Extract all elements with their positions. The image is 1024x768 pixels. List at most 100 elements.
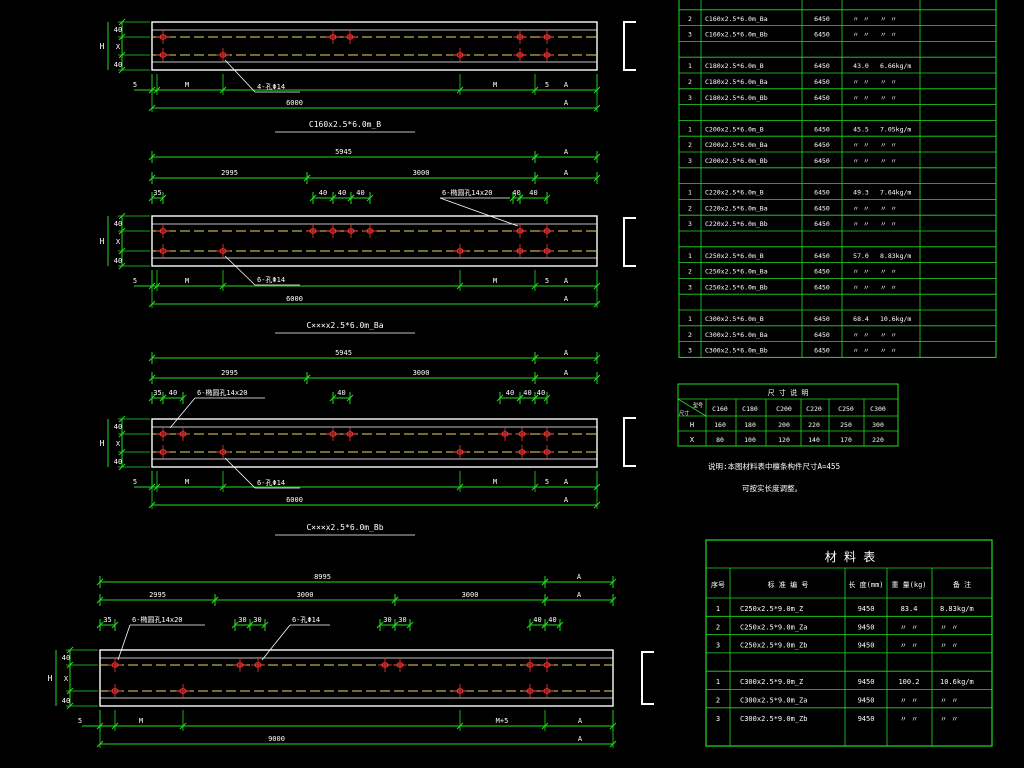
overall-dim-text: 6000	[286, 99, 303, 107]
callout-text: 6-椭圆孔14x20	[132, 615, 183, 624]
bottom-dim-text: M	[493, 81, 497, 89]
small-dim-text: 40	[338, 189, 346, 197]
table-cell: 〃 〃	[853, 15, 870, 23]
small-dim-text: 40	[533, 616, 541, 624]
small-dim-text: 40	[169, 389, 177, 397]
table-cell: 〃 〃	[853, 220, 870, 228]
overall-dim-text: 6000	[286, 295, 303, 303]
table-cell: C220x2.5*6.0m_Ba	[705, 204, 768, 212]
dim-header: C200	[776, 405, 792, 413]
vert-dim-text: 40	[114, 257, 122, 265]
table-cell: C200x2.5*6.0m_B	[705, 125, 764, 133]
table-title: 材 料 表	[825, 550, 875, 564]
table-cell: 〃 〃	[880, 157, 897, 165]
height-label: H	[48, 674, 53, 683]
dim-value: 220	[808, 421, 820, 429]
table-cell: 6450	[814, 31, 830, 39]
table-header: 重 量(kg)	[891, 581, 926, 589]
table-cell: 〃 〃	[880, 31, 897, 39]
small-dim-text: 30	[253, 616, 261, 624]
bottom-dim-text: 5	[545, 81, 549, 89]
table-cell: 8.83kg/m	[940, 605, 974, 613]
table-cell: 〃 〃	[900, 697, 918, 705]
corner-text: 尺寸	[679, 410, 689, 417]
table-cell: C300x2.5*9.0m_Za	[740, 697, 807, 705]
table-cell: C300x2.5*6.0m_Ba	[705, 331, 768, 339]
bottom-dim-text: M	[185, 81, 189, 89]
segment-dim-text: 2995	[221, 169, 238, 177]
dim-value: 80	[716, 436, 724, 444]
table-cell: 6450	[814, 268, 830, 276]
table-cell: 〃 〃	[853, 331, 870, 339]
bottom-dim-text: M	[185, 478, 189, 486]
table-cell: 〃 〃	[853, 141, 870, 149]
beam-caption: C×××x2.5*6.0m_Ba	[306, 321, 383, 330]
table-cell: 6450	[814, 283, 830, 291]
table-cell: 6450	[814, 189, 830, 197]
table-cell: 〃 〃	[880, 268, 897, 276]
dim-value: 300	[872, 421, 884, 429]
small-dim-text: 40	[356, 189, 364, 197]
table-cell: 〃 〃	[853, 347, 870, 355]
bottom-dim-text: 5	[133, 478, 137, 486]
small-dim-text: 40	[512, 189, 520, 197]
table-cell: 〃 〃	[853, 204, 870, 212]
table-cell: 1	[688, 189, 692, 197]
table-cell: 6450	[814, 94, 830, 102]
table-cell: 2	[688, 268, 692, 276]
table-cell: 6450	[814, 204, 830, 212]
table-cell: 6450	[814, 157, 830, 165]
segment-dim-text: 3000	[413, 369, 430, 377]
vert-dim-text: 40	[114, 61, 122, 69]
table-cell: 6450	[814, 125, 830, 133]
bottom-dim-text: M	[493, 277, 497, 285]
table-cell: 〃 〃	[880, 220, 897, 228]
table-cell: 〃 〃	[880, 204, 897, 212]
dim-value: 160	[714, 421, 726, 429]
small-dim-text: 35	[153, 189, 161, 197]
overall-dim-text: 6000	[286, 496, 303, 504]
table-cell: 〃 〃	[900, 623, 918, 631]
table-cell: 3	[688, 157, 692, 165]
table-cell: 1	[688, 315, 692, 323]
segment-dim-text: 3000	[413, 169, 430, 177]
table-cell: 6450	[814, 252, 830, 260]
table-cell: 6450	[814, 62, 830, 70]
dim-value: 120	[778, 436, 790, 444]
small-dim-text: 35	[103, 616, 111, 624]
dim-value: 170	[840, 436, 852, 444]
table-cell: 〃 〃	[853, 283, 870, 291]
table-cell: 3	[688, 283, 692, 291]
segment-dim-text: 3000	[297, 591, 314, 599]
table-cell: 43.0	[853, 62, 869, 70]
small-dim-text: 30	[398, 616, 406, 624]
beam-caption: C160x2.5*6.0m_B	[309, 120, 381, 129]
vert-dim-text: 40	[62, 654, 70, 662]
bottom-dim-text: M	[139, 717, 143, 725]
table-cell: 〃 〃	[940, 697, 958, 705]
small-dim-text: 35	[153, 389, 161, 397]
table-cell: 2	[716, 697, 720, 705]
dim-header: C220	[806, 405, 822, 413]
table-cell: C300x2.5*9.0m_Zb	[740, 715, 807, 723]
overall-top-text: 5945	[335, 349, 352, 357]
table-cell: C200x2.5*6.0m_Bb	[705, 157, 768, 165]
small-dim-text: 30	[383, 616, 391, 624]
table-cell: C180x2.5*6.0m_Bb	[705, 94, 768, 102]
table-cell: 6450	[814, 220, 830, 228]
small-dim-text: 40	[537, 389, 545, 397]
table-cell: 57.0	[853, 252, 869, 260]
height-label: H	[100, 439, 105, 448]
table-cell: 1	[688, 252, 692, 260]
height-label: H	[100, 237, 105, 246]
table-cell: C160x2.5*6.0m_Ba	[705, 15, 768, 23]
table-cell: 〃 〃	[880, 283, 897, 291]
vert-dim-text: 40	[114, 220, 122, 228]
dim-value: 140	[808, 436, 820, 444]
callout-text: 6-孔Φ14	[257, 479, 285, 487]
table-cell: 7.64kg/m	[880, 189, 911, 197]
small-dim-text: 40	[529, 189, 537, 197]
note-text: 可按实长度调整。	[742, 483, 802, 493]
table-cell: 6450	[814, 315, 830, 323]
table-cell: 6450	[814, 78, 830, 86]
